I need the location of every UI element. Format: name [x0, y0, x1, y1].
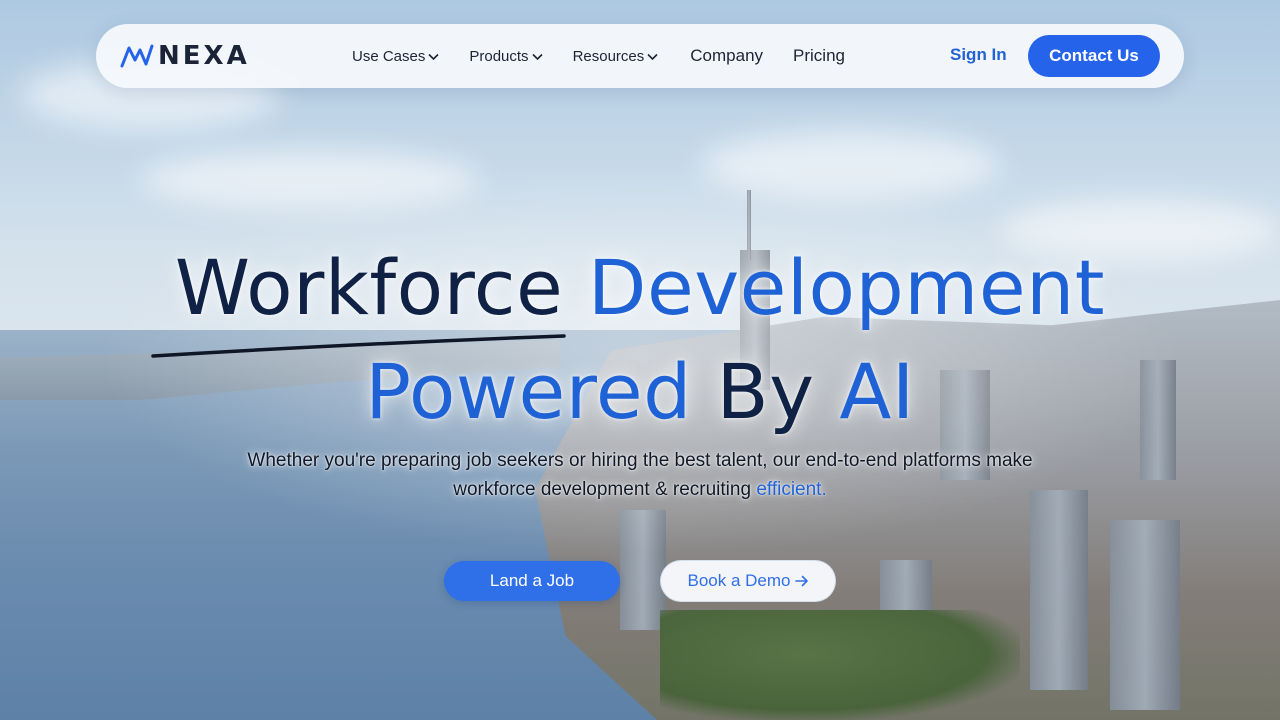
- nav-item-company[interactable]: Company: [690, 46, 763, 66]
- headline-word: By: [716, 347, 815, 436]
- hero-subtitle: Whether you're preparing job seekers or …: [0, 446, 1280, 504]
- book-a-demo-button[interactable]: Book a Demo: [660, 560, 836, 602]
- nav-item-label: Company: [690, 46, 764, 65]
- nav-menu: Use Cases Products Resources Company Pri…: [352, 24, 845, 88]
- nav-item-products[interactable]: Products: [469, 47, 543, 65]
- nav-item-label: Products: [469, 47, 529, 65]
- nexa-wave-logo-icon: [120, 44, 154, 68]
- headline-word-highlight: Development: [587, 243, 1106, 332]
- chevron-down-icon: [428, 53, 439, 60]
- chevron-down-icon: [531, 53, 543, 60]
- headline-word-highlight: Powered: [365, 347, 692, 436]
- brand-logo[interactable]: NEXA: [120, 41, 250, 71]
- subtitle-accent-word: efficient.: [756, 479, 827, 500]
- nav-item-use-cases[interactable]: Use Cases: [352, 48, 439, 65]
- subtitle-line2: workforce development & recruiting: [453, 479, 752, 500]
- headline-word: Workforce: [174, 243, 564, 332]
- arrow-right-icon: [794, 575, 808, 587]
- land-a-job-button[interactable]: Land a Job: [444, 561, 620, 601]
- subtitle-line1: Whether you're preparing job seekers or …: [247, 450, 1033, 471]
- nav-item-label: Pricing: [793, 46, 845, 65]
- nav-item-label: Use Cases: [352, 47, 426, 65]
- sign-in-link[interactable]: Sign In: [950, 45, 1007, 65]
- chevron-down-icon: [647, 53, 658, 60]
- nav-item-resources[interactable]: Resources: [573, 48, 659, 65]
- nav-item-label: Resources: [572, 47, 645, 65]
- brand-name: NEXA: [158, 41, 250, 71]
- headline-word-highlight: AI: [839, 347, 915, 436]
- nav-item-pricing[interactable]: Pricing: [793, 46, 845, 66]
- book-a-demo-label: Book a Demo: [687, 571, 791, 590]
- contact-us-button[interactable]: Contact Us: [1028, 35, 1160, 77]
- hero-headline-line1: Workforce Development: [0, 250, 1280, 326]
- top-navbar: NEXA Use Cases Products Resources Compan…: [96, 24, 1184, 88]
- hero-headline-line2: Powered By AI: [0, 354, 1280, 430]
